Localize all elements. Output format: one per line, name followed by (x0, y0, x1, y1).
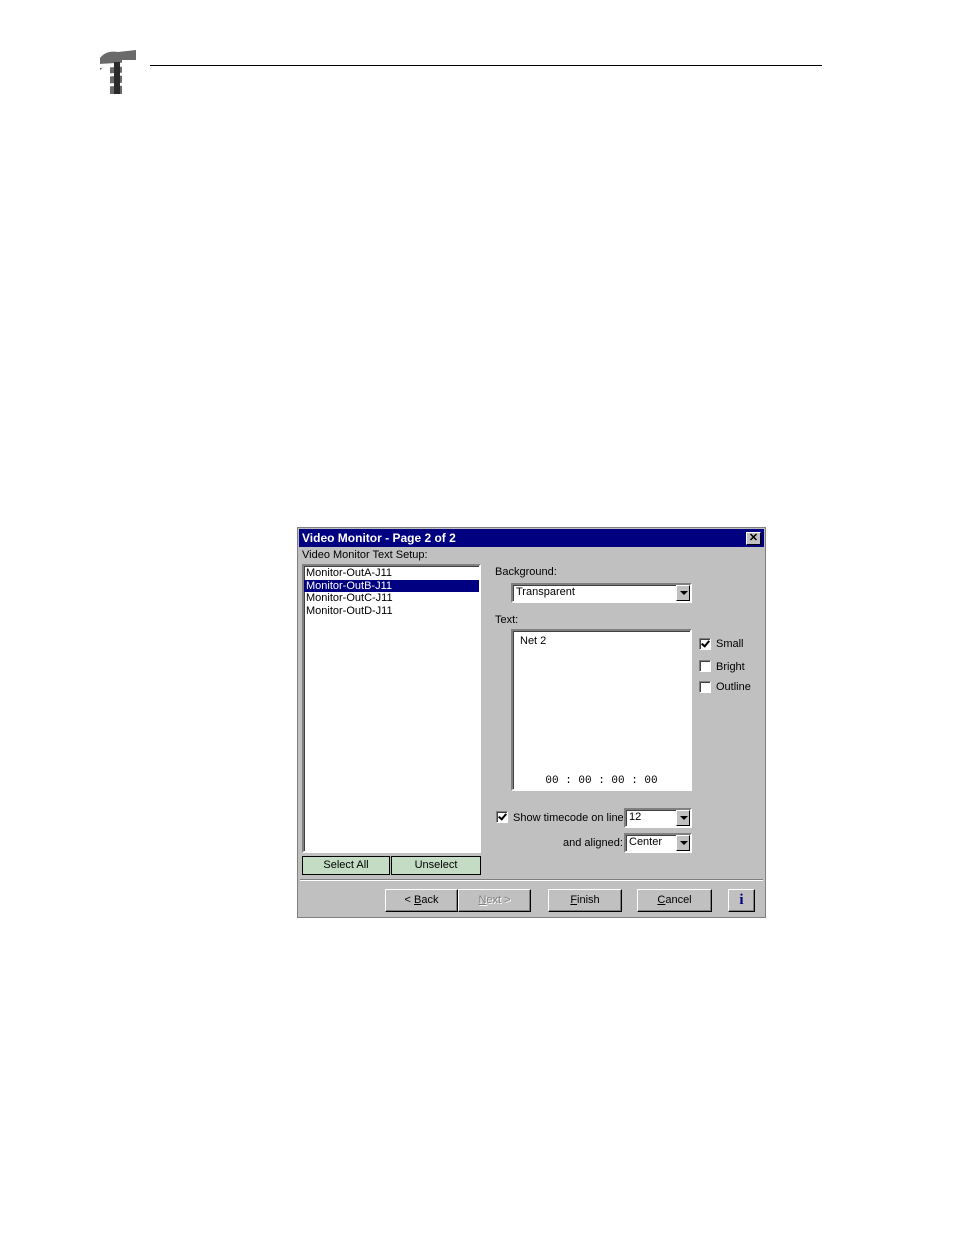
close-icon[interactable]: ✕ (746, 532, 761, 545)
setup-label: Video Monitor Text Setup: (302, 549, 428, 561)
small-checkbox[interactable] (699, 638, 711, 650)
monitor-list[interactable]: Monitor-OutA-J11 Monitor-OutB-J11 Monito… (302, 564, 481, 853)
background-dropdown[interactable]: Transparent (511, 583, 692, 603)
text-area[interactable]: Net 2 00 : 00 : 00 : 00 (511, 629, 692, 791)
bright-checkbox[interactable] (699, 660, 711, 672)
select-all-button[interactable]: Select All (302, 856, 390, 875)
outline-checkbox[interactable] (699, 681, 711, 693)
text-label: Text: (495, 614, 519, 626)
cancel-button[interactable]: Cancel (637, 889, 712, 912)
button-separator (300, 879, 763, 881)
outline-label: Outline (716, 681, 751, 693)
list-item-monitor-d[interactable]: Monitor-OutD-J11 (304, 605, 479, 618)
alignment-dropdown[interactable]: Center (624, 833, 692, 853)
dialog-titlebar: Video Monitor - Page 2 of 2 ✕ (299, 529, 764, 547)
aligned-label: and aligned: (563, 837, 623, 849)
list-item-monitor-c[interactable]: Monitor-OutC-J11 (304, 592, 479, 605)
text-value: Net 2 (520, 635, 547, 647)
next-button[interactable]: Next > (458, 889, 531, 912)
bright-label: Bright (716, 661, 745, 673)
small-label: Small (716, 638, 744, 650)
dialog-title: Video Monitor - Page 2 of 2 (302, 531, 456, 545)
alignment-value: Center (629, 836, 663, 848)
unselect-button[interactable]: Unselect (391, 856, 481, 875)
timecode-line-dropdown[interactable]: 12 (624, 808, 692, 828)
show-timecode-checkbox[interactable] (496, 811, 508, 823)
chevron-down-icon[interactable] (676, 810, 690, 826)
info-icon[interactable]: i (728, 889, 755, 912)
list-item-monitor-b[interactable]: Monitor-OutB-J11 (304, 579, 479, 592)
header-rule (150, 65, 822, 66)
video-monitor-dialog: Video Monitor - Page 2 of 2 ✕ Video Moni… (297, 527, 766, 918)
finish-button[interactable]: Finish (548, 889, 622, 912)
timecode-line-value: 12 (629, 811, 642, 823)
chevron-down-icon[interactable] (676, 835, 690, 851)
list-item-monitor-a[interactable]: Monitor-OutA-J11 (304, 567, 479, 580)
back-button[interactable]: < Back (385, 889, 458, 912)
background-value: Transparent (516, 586, 575, 598)
timecode-preview: 00 : 00 : 00 : 00 (545, 775, 658, 787)
company-logo (96, 44, 140, 96)
chevron-down-icon[interactable] (676, 585, 690, 601)
background-label: Background: (495, 566, 557, 578)
show-timecode-label: Show timecode on line: (513, 812, 627, 824)
